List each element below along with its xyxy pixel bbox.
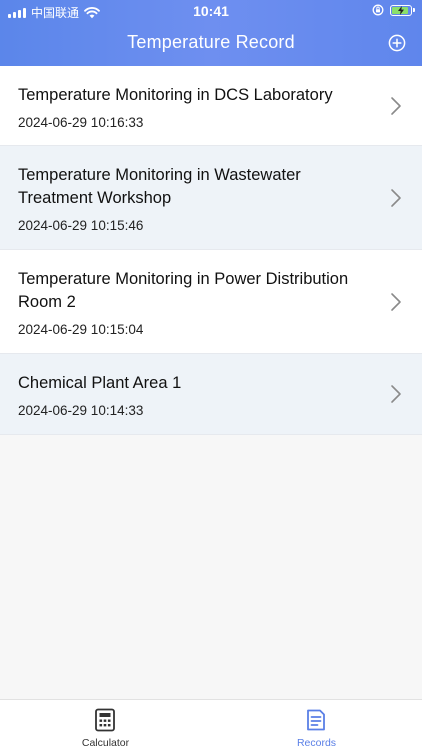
record-title: Chemical Plant Area 1: [18, 374, 182, 392]
record-title: Temperature Monitoring in Power Distribu…: [18, 270, 349, 311]
record-date: 2024-06-29 10:15:46: [18, 218, 144, 233]
chevron-right-icon: [391, 385, 401, 403]
record-date: 2024-06-29 10:15:04: [18, 322, 144, 337]
chevron-right-icon: [391, 97, 401, 115]
status-bar: 中国联通 10:41: [0, 0, 422, 22]
tab-bar: Calculator Records: [0, 699, 422, 750]
record-row[interactable]: Temperature Monitoring in Power Distribu…: [0, 250, 422, 354]
plus-circle-icon: [388, 34, 406, 52]
orientation-lock-icon: [372, 4, 384, 16]
tab-label: Calculator: [81, 737, 130, 749]
navigation-header: 中国联通 10:41 Temperature Record: [0, 0, 422, 66]
record-title: Temperature Monitoring in DCS Laboratory: [18, 86, 333, 104]
record-row[interactable]: Chemical Plant Area 1 2024-06-29 10:14:3…: [0, 354, 422, 435]
status-right: [372, 4, 415, 16]
chevron-right-icon: [391, 189, 401, 207]
record-row[interactable]: Temperature Monitoring in Wastewater Tre…: [0, 146, 422, 250]
record-title: Temperature Monitoring in Wastewater Tre…: [18, 166, 301, 207]
record-row[interactable]: Temperature Monitoring in DCS Laboratory…: [0, 66, 422, 146]
tab-label: Records: [296, 737, 337, 749]
calculator-icon: [95, 708, 115, 732]
chevron-right-icon: [391, 293, 401, 311]
record-date: 2024-06-29 10:14:33: [18, 403, 144, 418]
record-list: Temperature Monitoring in DCS Laboratory…: [0, 66, 422, 435]
record-date: 2024-06-29 10:16:33: [18, 115, 144, 130]
page-title: Temperature Record: [127, 32, 295, 52]
status-time: 10:41: [193, 3, 229, 19]
tab-records[interactable]: Records: [211, 700, 422, 750]
tab-calculator[interactable]: Calculator: [0, 700, 211, 750]
document-icon: [307, 709, 325, 731]
add-record-button[interactable]: [388, 34, 406, 52]
battery-icon: [390, 4, 415, 16]
charging-bolt-icon: [398, 5, 404, 15]
